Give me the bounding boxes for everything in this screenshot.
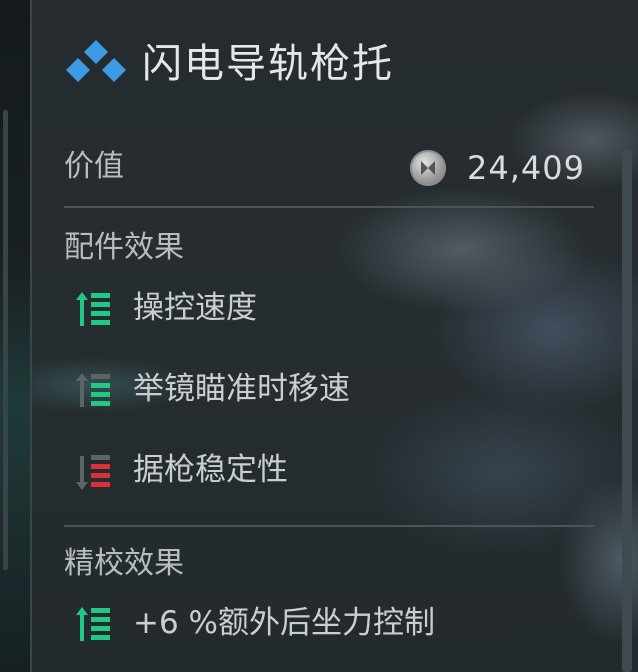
effect-recoil-control: +6 %额外后坐力控制 — [133, 605, 436, 641]
detail-scrollbar[interactable] — [622, 150, 632, 672]
stat-increase-icon — [76, 290, 112, 330]
left-scrollbar[interactable] — [3, 110, 8, 570]
section-divider — [64, 525, 594, 527]
attachment-effects-heading: 配件效果 — [64, 230, 184, 265]
tuning-effects-heading: 精校效果 — [64, 546, 184, 581]
stat-increase-icon — [76, 605, 112, 645]
item-price: 24,409 — [467, 149, 585, 187]
value-label: 价值 — [64, 149, 124, 184]
effect-handling-speed: 操控速度 — [133, 290, 257, 326]
effect-ads-move-speed: 举镜瞄准时移速 — [133, 371, 350, 407]
silver-coin-icon — [410, 150, 446, 186]
stat-decrease-icon — [76, 452, 112, 492]
section-divider — [64, 206, 594, 208]
effect-aim-stability: 据枪稳定性 — [133, 452, 288, 488]
item-rarity-diamond-icon — [64, 38, 128, 84]
stat-increase-icon — [76, 371, 112, 411]
item-title: 闪电导轨枪托 — [142, 41, 394, 87]
